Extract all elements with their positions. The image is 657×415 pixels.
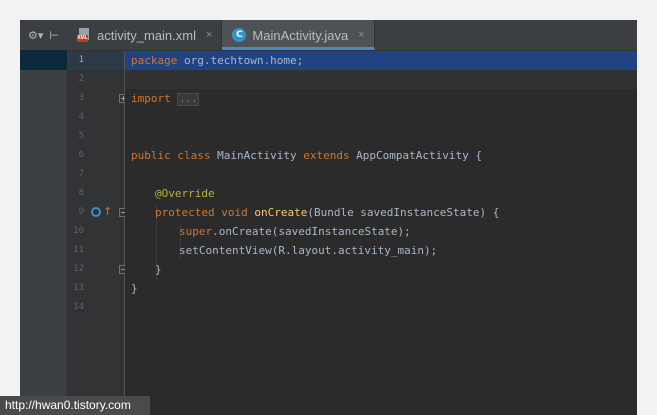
line-number: 13 — [73, 283, 84, 293]
line-number: 2 — [78, 74, 84, 84]
keyword: extends — [303, 149, 350, 162]
gutter-line: 5 — [67, 127, 124, 146]
line-number: 8 — [78, 188, 84, 198]
up-arrow-icon: ↑ — [103, 205, 113, 218]
gutter-line: 2 — [67, 70, 124, 89]
annotation: @Override — [155, 187, 215, 200]
xml-file-icon: XML — [77, 27, 91, 43]
line-number: 3 — [78, 93, 84, 103]
gutter-line: 13 — [67, 279, 124, 298]
editor-tab-bar: XML activity_main.xml × C MainActivity.j… — [67, 20, 637, 51]
code-text: .onCreate(savedInstanceState); — [212, 225, 411, 238]
settings-icon[interactable]: ⚙▾ — [28, 29, 43, 42]
gutter-line: 14 — [67, 298, 124, 317]
code-line: package org.techtown.home; — [125, 51, 637, 70]
gutter-line: 4 — [67, 108, 124, 127]
code-text: } — [155, 263, 162, 276]
code-line: } — [125, 260, 637, 279]
line-number: 4 — [78, 112, 84, 122]
close-icon[interactable]: × — [358, 29, 364, 41]
tab-main-activity-java[interactable]: C MainActivity.java × — [222, 20, 375, 50]
close-icon[interactable]: × — [206, 29, 212, 41]
xml-badge: XML — [77, 34, 88, 42]
code-line: import ... — [125, 89, 637, 108]
code-text: } — [131, 282, 138, 295]
folded-imports[interactable]: ... — [177, 93, 200, 106]
class-name: MainActivity — [210, 149, 304, 162]
gutter-line: 12 — [67, 260, 124, 279]
gutter-line: 7 — [67, 165, 124, 184]
line-number: 10 — [73, 226, 84, 236]
code-line: setContentView(R.layout.activity_main); — [125, 241, 637, 260]
code-text: (Bundle savedInstanceState) { — [307, 206, 500, 219]
code-line: super.onCreate(savedInstanceState); — [125, 222, 637, 241]
code-line — [125, 70, 637, 89]
ide-window: ⚙▾ ⊢ XML activity_main.xml × C MainActiv… — [20, 20, 637, 415]
gutter-line: 6 — [67, 146, 124, 165]
line-number: 12 — [73, 264, 84, 274]
java-class-icon: C — [232, 28, 247, 42]
gutter-line: 1 — [67, 51, 124, 70]
gutter-line: 10 — [67, 222, 124, 241]
tab-label: activity_main.xml — [97, 27, 196, 43]
keyword: package — [131, 54, 178, 67]
watermark-url: http://hwan0.tistory.com — [0, 396, 150, 415]
gutter-line: 3 — [67, 89, 124, 108]
override-method-icon[interactable] — [91, 207, 101, 217]
keyword: super — [179, 225, 213, 238]
project-panel-strip: ⚙▾ ⊢ — [20, 20, 68, 415]
line-number: 5 — [78, 131, 84, 141]
keyword: import — [131, 92, 171, 105]
method-name: onCreate — [254, 206, 308, 219]
keyword: public class — [131, 149, 211, 162]
tab-label: MainActivity.java — [252, 27, 349, 43]
line-number: 11 — [73, 245, 84, 255]
project-selection-band — [20, 50, 67, 70]
code-text: org.techtown.home; — [177, 54, 304, 67]
code-line: @Override — [125, 184, 637, 203]
code-line: } — [125, 279, 637, 298]
line-number: 14 — [73, 302, 84, 312]
line-number: 7 — [78, 169, 84, 179]
code-text: setContentView(R.layout.activity_main); — [179, 244, 438, 257]
project-toolbar: ⚙▾ ⊢ — [20, 20, 67, 50]
code-line: public class MainActivity extends AppCom… — [125, 146, 637, 165]
collapse-icon[interactable]: ⊢ — [49, 29, 59, 42]
gutter-line: 11 — [67, 241, 124, 260]
line-number: 1 — [78, 55, 84, 65]
gutter-line: 8 — [67, 184, 124, 203]
line-number: 6 — [78, 150, 84, 160]
tab-activity-main-xml[interactable]: XML activity_main.xml × — [67, 20, 223, 50]
line-number: 9 — [78, 207, 84, 217]
code-editor[interactable]: package org.techtown.home; import ... pu… — [125, 51, 637, 415]
code-line: protected void onCreate(Bundle savedInst… — [125, 203, 637, 222]
keyword: protected void — [155, 206, 248, 219]
line-number-gutter[interactable]: 1 2 3 4 5 6 7 8 9 10 11 12 13 14 ↑ — [67, 51, 128, 415]
code-text: AppCompatActivity { — [349, 149, 483, 162]
